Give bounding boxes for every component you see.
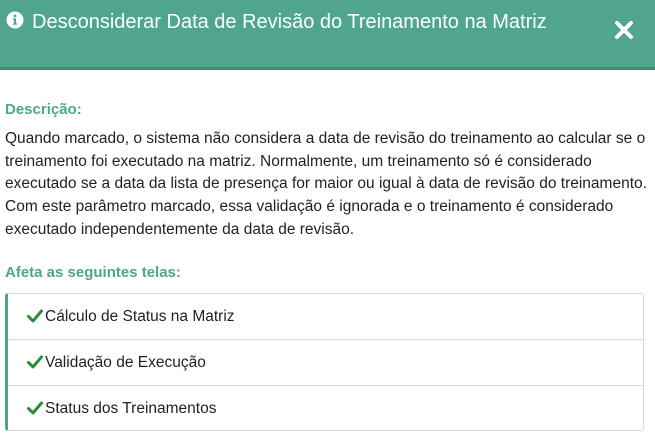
list-item: Status dos Treinamentos	[8, 386, 643, 432]
affected-screens-label: Afeta as seguintes telas:	[5, 264, 181, 281]
check-icon	[27, 355, 43, 369]
list-item-label: Validação de Execução	[45, 354, 206, 371]
description-text: Quando marcado, o sistema não considera …	[5, 130, 647, 238]
affected-screens-list: Cálculo de Status na Matriz Validação de…	[5, 293, 644, 431]
description-label: Descrição:	[5, 101, 82, 118]
list-item-label: Cálculo de Status na Matriz	[45, 308, 235, 325]
parameter-info-dialog: Desconsiderar Data de Revisão do Treinam…	[0, 0, 655, 438]
info-circle-icon	[6, 11, 24, 29]
check-icon	[27, 401, 43, 415]
dialog-title: Desconsiderar Data de Revisão do Treinam…	[32, 11, 547, 33]
check-icon	[27, 309, 43, 323]
list-item: Cálculo de Status na Matriz	[8, 294, 643, 340]
list-item: Validação de Execução	[8, 340, 643, 386]
list-item-label: Status dos Treinamentos	[45, 400, 217, 417]
close-icon[interactable]	[613, 19, 635, 41]
dialog-header: Desconsiderar Data de Revisão do Treinam…	[0, 0, 655, 70]
